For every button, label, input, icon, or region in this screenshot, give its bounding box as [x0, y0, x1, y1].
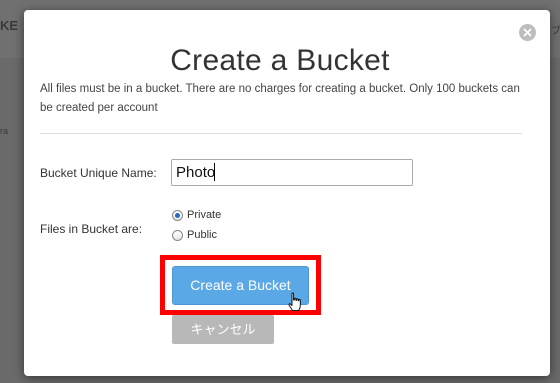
- bucket-name-label: Bucket Unique Name:: [40, 166, 157, 180]
- background-text: ブ: [551, 26, 560, 37]
- radio-private-label: Private: [187, 209, 222, 221]
- close-button[interactable]: [519, 24, 536, 41]
- text-caret: [214, 163, 215, 181]
- create-bucket-dialog: Create a Bucket All files must be in a b…: [24, 10, 550, 376]
- divider: [40, 133, 522, 134]
- bucket-name-input[interactable]: [171, 159, 413, 186]
- radio-public[interactable]: Public: [172, 229, 217, 241]
- radio-button[interactable]: [172, 229, 183, 241]
- background-text: ra: [0, 126, 9, 136]
- files-visibility-label: Files in Bucket are:: [40, 222, 143, 236]
- close-icon: [523, 28, 532, 37]
- dialog-title: Create a Bucket: [170, 44, 390, 77]
- radio-public-label: Public: [187, 229, 217, 241]
- radio-button-checked[interactable]: [172, 209, 183, 221]
- dialog-description: All files must be in a bucket. There are…: [40, 83, 520, 114]
- cancel-button[interactable]: キャンセル: [172, 315, 274, 344]
- radio-private[interactable]: Private: [172, 209, 221, 221]
- hand-cursor-icon: [288, 292, 301, 312]
- background-text: KE: [0, 18, 19, 33]
